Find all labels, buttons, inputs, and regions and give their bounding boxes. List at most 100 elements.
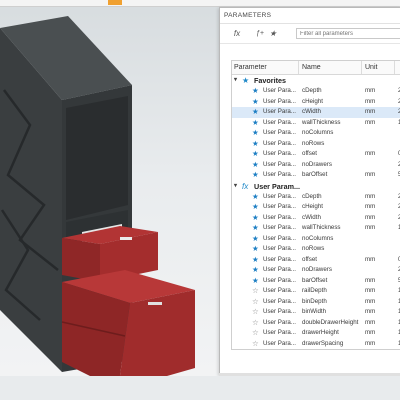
- parameter-row[interactable]: ★User Para...offsetmm0: [232, 255, 400, 266]
- parameter-unit: mm: [365, 287, 376, 294]
- add-parameter-icon[interactable]: ƒ+: [254, 28, 266, 39]
- parameter-row[interactable]: ★ User Para... noColumns: [232, 128, 400, 139]
- chevron-down-icon[interactable]: ▾: [234, 75, 237, 86]
- favorite-star-icon[interactable]: ★: [252, 86, 259, 96]
- parameter-type: User Para...: [263, 87, 297, 94]
- favorite-star-icon[interactable]: ☆: [252, 328, 259, 338]
- favorite-star-icon[interactable]: ★: [252, 255, 259, 265]
- parameter-row[interactable]: ☆User Para...binWidthmm1: [232, 307, 400, 318]
- favorite-star-icon[interactable]: ★: [252, 244, 259, 254]
- favorite-star-icon[interactable]: ★: [252, 192, 259, 202]
- parameter-name: drawerHeight: [302, 329, 339, 336]
- parameter-type: User Para...: [263, 213, 297, 221]
- parameter-name: noDrawers: [302, 160, 332, 168]
- parameter-type: User Para...: [263, 203, 297, 210]
- parameter-unit: mm: [365, 297, 376, 305]
- favorite-star-icon[interactable]: ☆: [252, 339, 259, 349]
- parameter-type: User Para...: [263, 108, 297, 115]
- parameter-type: User Para...: [263, 245, 297, 252]
- chevron-down-icon[interactable]: ▾: [234, 181, 237, 192]
- parameter-row[interactable]: ★User Para...cHeightmm2: [232, 97, 400, 108]
- favorite-star-icon[interactable]: ★: [252, 202, 259, 212]
- favorite-star-icon[interactable]: ★: [252, 213, 259, 223]
- parameter-row[interactable]: ★User Para...cDepthmm2: [232, 192, 400, 203]
- group-favorites[interactable]: ▾ ★ Favorites: [232, 75, 400, 86]
- parameter-name: cWidth: [302, 213, 321, 221]
- parameter-unit: mm: [365, 318, 376, 326]
- column-header-name[interactable]: Name: [302, 61, 321, 74]
- parameter-row[interactable]: ★User Para...cWidthmm2: [232, 107, 400, 118]
- parameter-row[interactable]: ☆User Para...railDepthmm1: [232, 286, 400, 297]
- parameter-row[interactable]: ☆User Para...drawerSpacingmm1: [232, 339, 400, 350]
- parameter-row[interactable]: ★ User Para... noColumns: [232, 234, 400, 245]
- favorite-star-icon[interactable]: ☆: [252, 307, 259, 317]
- parameter-unit: mm: [365, 150, 376, 157]
- favorite-star-icon[interactable]: ☆: [252, 286, 259, 296]
- parameter-type: User Para...: [263, 255, 297, 263]
- column-header-unit[interactable]: Unit: [365, 61, 377, 74]
- parameter-row[interactable]: ★User Para...noDrawers2: [232, 265, 400, 276]
- parameter-row[interactable]: ☆User Para...drawerHeightmm1: [232, 328, 400, 339]
- favorite-star-icon[interactable]: ★: [252, 118, 259, 128]
- parameter-row[interactable]: ☆User Para...internalDrawerWidthmm1: [232, 349, 400, 350]
- favorite-star-icon[interactable]: ★: [252, 139, 259, 149]
- favorite-star-icon[interactable]: ★: [252, 170, 259, 180]
- column-header-parameter[interactable]: Parameter: [234, 61, 267, 74]
- favorite-star-icon[interactable]: ★: [252, 234, 259, 244]
- parameter-unit: mm: [365, 349, 375, 350]
- favorite-star-icon[interactable]: ★: [252, 223, 259, 233]
- parameter-unit: mm: [365, 118, 376, 126]
- parameter-row[interactable]: ☆User Para...binDepthmm1: [232, 297, 400, 308]
- parameter-row[interactable]: ★User Para...barOffsetmm5: [232, 276, 400, 287]
- drawer-handle-notch-2: [148, 302, 162, 305]
- filter-parameters-input[interactable]: [296, 28, 400, 39]
- parameter-type: User Para...: [263, 297, 297, 305]
- favorite-star-icon[interactable]: ☆: [252, 318, 259, 328]
- favorite-star-icon[interactable]: ★: [252, 149, 259, 159]
- parameter-type: User Para...: [263, 224, 297, 231]
- parameter-row[interactable]: ★User Para...barOffsetmm5: [232, 170, 400, 181]
- favorite-star-icon[interactable]: ★: [252, 97, 259, 107]
- parameters-toolbar: fx ƒ+ ★: [220, 24, 400, 44]
- parameter-name: noColumns: [302, 234, 334, 242]
- parameter-unit: mm: [365, 108, 376, 115]
- parameter-row[interactable]: ★User Para...cWidthmm2: [232, 213, 400, 224]
- parameter-name: cHeight: [302, 203, 323, 210]
- favorites-star-icon[interactable]: ★: [267, 28, 279, 39]
- favorite-star-icon[interactable]: ★: [252, 128, 259, 138]
- parameter-row[interactable]: ★ User Para... noRows: [232, 244, 400, 255]
- favorite-star-icon[interactable]: ★: [252, 276, 259, 286]
- fx-icon[interactable]: fx: [231, 28, 243, 39]
- parameter-name: doubleDrawerHeight: [302, 318, 359, 326]
- parameter-unit: mm: [365, 203, 376, 210]
- parameter-unit: mm: [365, 87, 376, 94]
- parameter-row[interactable]: ★ User Para... noRows: [232, 139, 400, 150]
- parameter-type: User Para...: [263, 150, 297, 157]
- parameter-unit: mm: [365, 339, 376, 347]
- favorite-star-icon[interactable]: ★: [252, 160, 259, 170]
- parameter-row[interactable]: ★User Para...cHeightmm2: [232, 202, 400, 213]
- parameter-name: railDepth: [302, 287, 327, 294]
- parameter-name: cDepth: [302, 87, 322, 94]
- parameter-name: wallThickness: [302, 118, 341, 126]
- favorite-star-icon[interactable]: ★: [252, 265, 259, 275]
- parameter-type: User Para...: [263, 276, 297, 284]
- parameter-row[interactable]: ★User Para...noDrawers2: [232, 160, 400, 171]
- group-user-parameters[interactable]: ▾ fx User Param...: [232, 181, 400, 192]
- favorite-star-icon[interactable]: ☆: [252, 349, 259, 350]
- parameter-row[interactable]: ★User Para...wallThicknessmm1: [232, 118, 400, 129]
- favorite-star-icon[interactable]: ☆: [252, 297, 259, 307]
- parameter-row[interactable]: ★User Para...offsetmm0: [232, 149, 400, 160]
- parameter-unit: mm: [365, 308, 376, 315]
- parameter-row[interactable]: ★User Para...wallThicknessmm1: [232, 223, 400, 234]
- parameter-row[interactable]: ☆User Para...doubleDrawerHeightmm1: [232, 318, 400, 329]
- fx-icon: fx: [242, 181, 249, 191]
- parameter-type: User Para...: [263, 139, 297, 147]
- parameters-table: Parameter Name Unit ▾ ★ Favorites ★ User …: [231, 60, 400, 350]
- favorite-star-icon[interactable]: ★: [252, 107, 259, 117]
- parameter-name: binWidth: [302, 308, 327, 315]
- small-drawer-side: [62, 238, 100, 282]
- cabinet-model: [0, 16, 195, 390]
- viewport-floor: [0, 376, 400, 400]
- parameter-row[interactable]: ★User Para...cDepthmm2: [232, 86, 400, 97]
